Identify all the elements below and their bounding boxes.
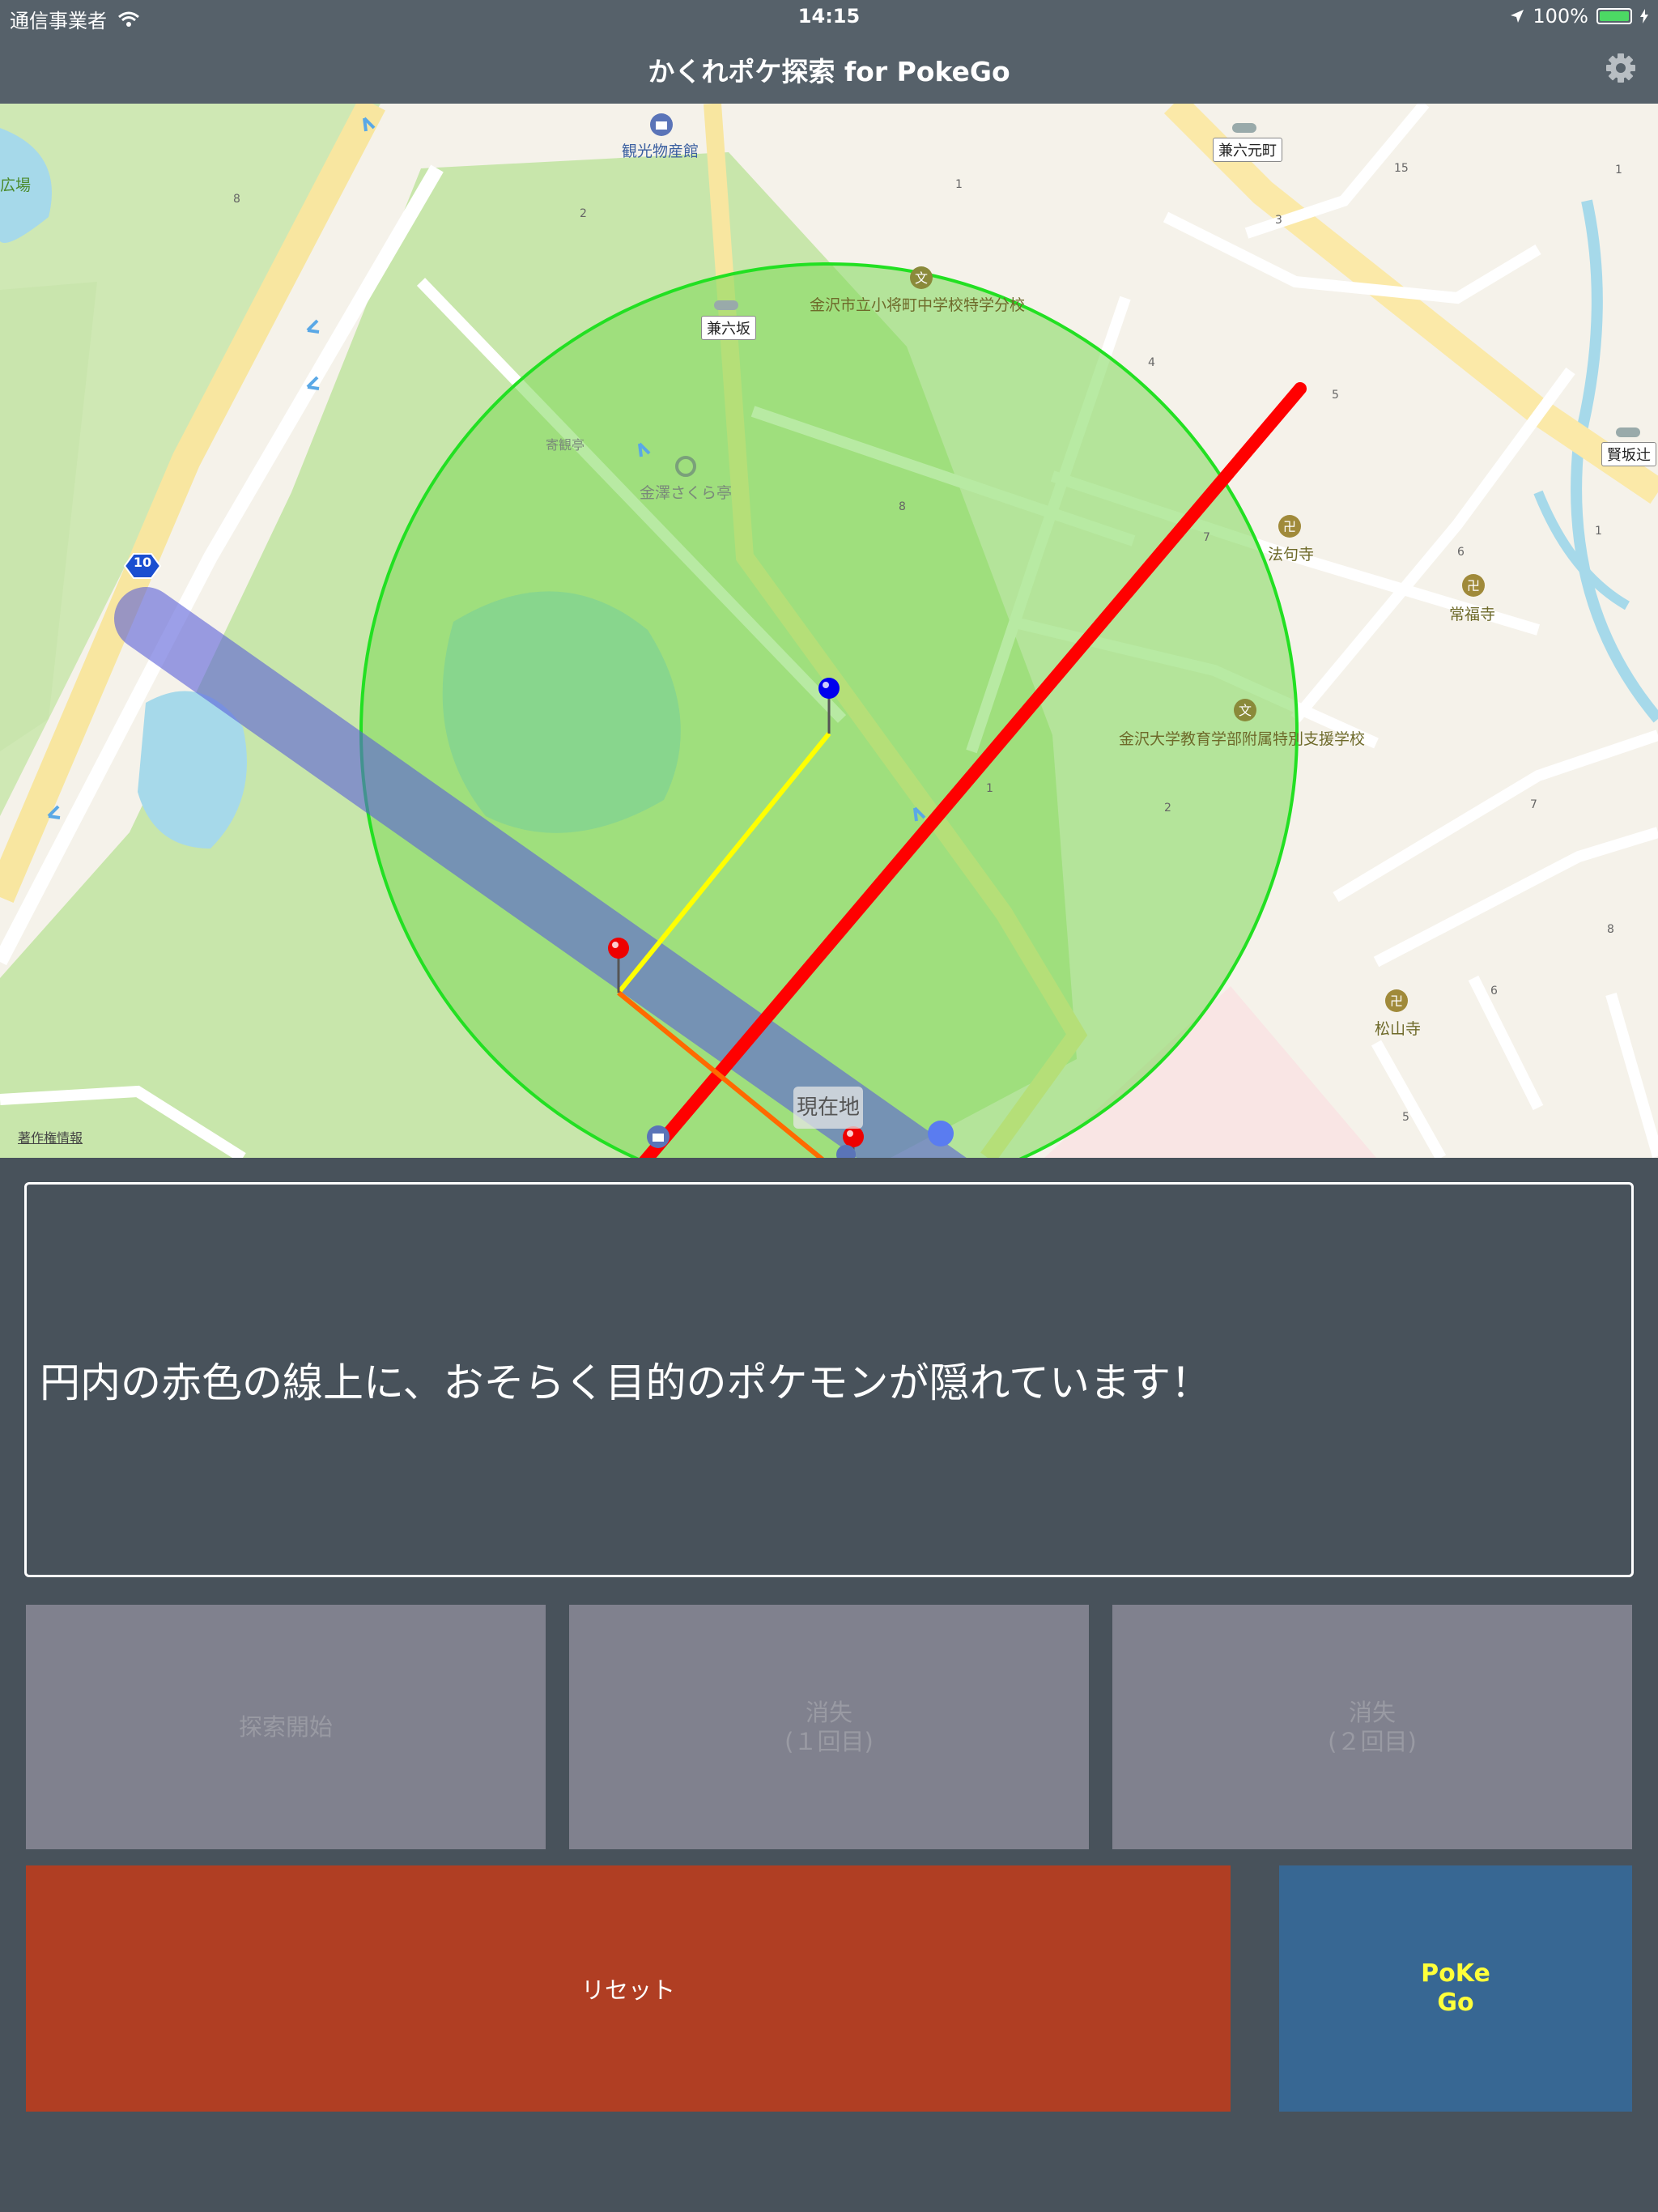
svg-text:文: 文 — [1239, 703, 1252, 718]
reset-button[interactable]: リセット — [26, 1865, 1231, 2112]
block-number: 8 — [233, 193, 240, 206]
map-label-sakuratei: 金澤さくら亭 — [640, 484, 733, 502]
map-label-shouzanji: 松山寺 — [1375, 1020, 1422, 1038]
temple-icon-2: 卍 — [1462, 574, 1485, 597]
user-location-dot — [928, 1121, 954, 1146]
vanish-first-label: 消失 — [805, 1699, 852, 1726]
vanish-first-sublabel: (１回目) — [784, 1728, 874, 1755]
vanish-second-label: 消失 — [1348, 1699, 1396, 1726]
status-right: 100% — [1510, 5, 1648, 28]
svg-text:文: 文 — [915, 270, 928, 286]
block-number: 8 — [1607, 923, 1614, 936]
traffic-light-icon-2 — [714, 300, 738, 310]
status-bar: 通信事業者 14:15 100% — [0, 0, 1658, 32]
svg-text:卍: 卍 — [1467, 578, 1480, 593]
block-number: 7 — [1530, 798, 1537, 811]
traffic-light-icon-3 — [1616, 428, 1640, 437]
block-number: 1 — [955, 178, 963, 191]
pokego-label-line1: PoKe — [1421, 1959, 1490, 1988]
block-number: 7 — [1203, 531, 1210, 544]
temple-icon: 卍 — [1278, 515, 1301, 538]
vanish-second-sublabel: (２回目) — [1328, 1728, 1417, 1755]
route-number: 10 — [133, 555, 152, 570]
svg-text:卍: 卍 — [1283, 519, 1296, 534]
block-number: 5 — [1402, 1111, 1409, 1124]
start-search-button[interactable]: 探索開始 — [26, 1605, 546, 1849]
map-view[interactable]: 文 文 卍 卍 卍 8 2 1 3 15 1 4 5 8 7 6 1 1 2 7… — [0, 104, 1658, 1158]
navigation-bar: かくれポケ探索 for PokeGo — [0, 32, 1658, 104]
museum-icon — [650, 113, 673, 136]
start-search-label: 探索開始 — [238, 1713, 333, 1741]
map-label-kankou: 観光物産館 — [622, 143, 699, 160]
station-kenzakatsuji: 賢坂辻 — [1601, 442, 1656, 466]
block-number: 8 — [899, 500, 906, 513]
block-number: 4 — [1148, 356, 1155, 369]
station-kenrokuzaka: 兼六坂 — [701, 316, 756, 340]
block-number: 2 — [580, 207, 587, 220]
message-text: 円内の赤色の線上に、おそらく目的のポケモンが隠れています！ — [40, 1359, 1211, 1406]
map-label-school1: 金沢市立小将町中学校特学分校 — [810, 296, 1026, 314]
reset-label: リセット — [580, 1976, 675, 2004]
map-label-joufukuji: 常福寺 — [1449, 606, 1496, 623]
battery-fill — [1600, 11, 1629, 21]
nav-title: かくれポケ探索 for PokeGo — [648, 56, 1010, 87]
current-location-label[interactable]: 現在地 — [793, 1087, 863, 1129]
svg-text:卍: 卍 — [1390, 993, 1403, 1009]
block-number: 1 — [1615, 164, 1622, 177]
vanish-second-button[interactable]: 消失 (２回目) — [1112, 1605, 1632, 1849]
map-label-houkuji: 法句寺 — [1268, 546, 1315, 564]
block-number: 1 — [986, 782, 993, 795]
block-number: 6 — [1457, 546, 1465, 559]
block-number: 5 — [1332, 389, 1339, 402]
status-time: 14:15 — [797, 5, 861, 28]
map-label-yoshikantei: 寄観亭 — [546, 437, 585, 453]
battery-percent: 100% — [1533, 5, 1588, 28]
station-kenrokumotomachi: 兼六元町 — [1213, 138, 1282, 162]
block-number: 1 — [1595, 525, 1602, 538]
vanish-first-button[interactable]: 消失 (１回目) — [569, 1605, 1089, 1849]
message-box: 円内の赤色の線上に、おそらく目的のポケモンが隠れています！ — [24, 1182, 1634, 1577]
block-number: 2 — [1164, 802, 1171, 815]
block-number: 15 — [1394, 162, 1409, 175]
block-number: 6 — [1490, 985, 1498, 998]
map-canvas[interactable]: 文 文 卍 卍 卍 8 2 1 3 15 1 4 5 8 7 6 1 1 2 7… — [0, 104, 1658, 1158]
museum-icon-2 — [647, 1125, 670, 1148]
traffic-light-icon — [1232, 123, 1256, 133]
temple-icon-3: 卍 — [1385, 989, 1408, 1012]
copyright-link[interactable]: 著作権情報 — [18, 1127, 83, 1146]
map-label-hiroba: 広場 — [0, 177, 32, 194]
map-label-school2: 金沢大学教育学部附属特別支援学校 — [1119, 730, 1366, 748]
pokego-label-line2: Go — [1437, 1989, 1474, 2017]
location-arrow-icon — [1511, 10, 1524, 23]
school-icon: 文 — [910, 266, 933, 289]
pokego-button[interactable]: PoKe Go — [1279, 1865, 1632, 2112]
block-number: 3 — [1275, 214, 1282, 227]
school-icon-2: 文 — [1234, 699, 1256, 721]
gear-icon[interactable] — [1605, 52, 1637, 84]
charging-icon — [1640, 9, 1648, 23]
battery-icon — [1596, 8, 1632, 24]
